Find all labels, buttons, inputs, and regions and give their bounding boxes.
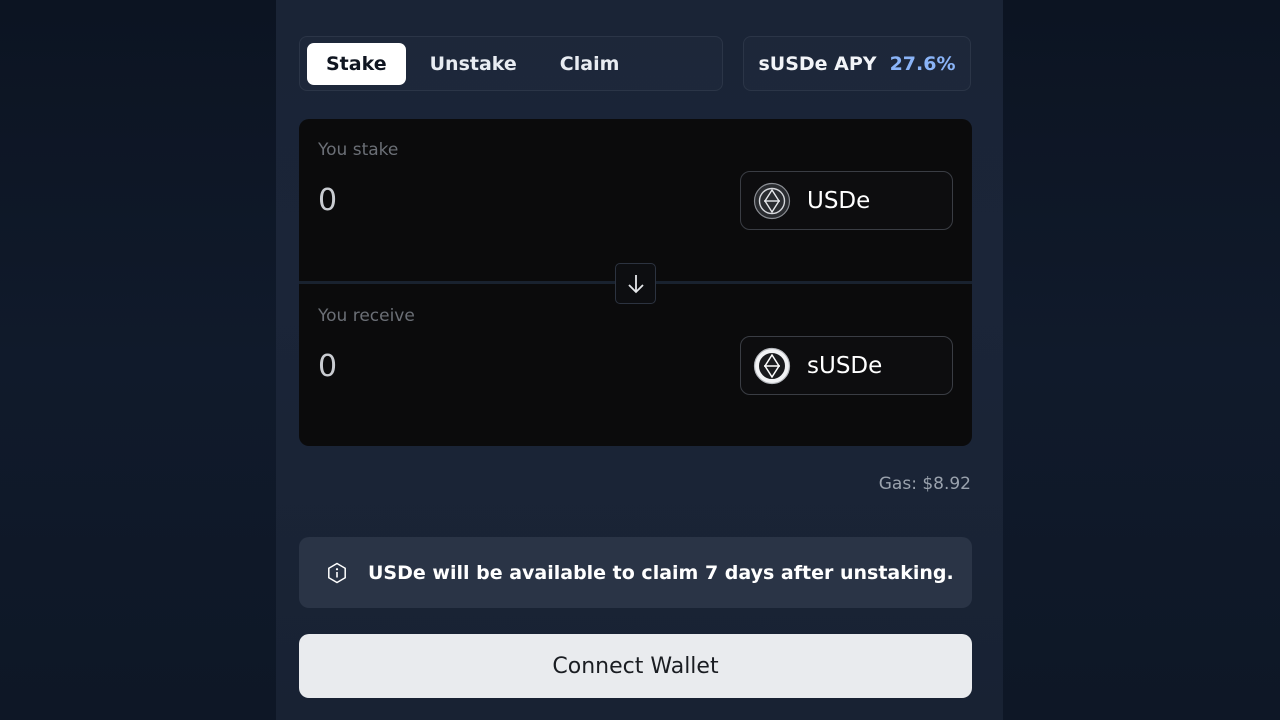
info-icon xyxy=(328,562,346,583)
receive-amount: 0 xyxy=(318,349,338,384)
gas-fee: Gas: $8.92 xyxy=(878,474,971,494)
tab-stake[interactable]: Stake xyxy=(307,42,406,85)
tab-claim[interactable]: Claim xyxy=(541,43,639,85)
swap-card: You stake 0 USDe You receive 0 sUSDe xyxy=(299,119,972,446)
receive-token-selector[interactable]: sUSDe xyxy=(740,336,953,395)
connect-wallet-button[interactable]: Connect Wallet xyxy=(299,634,972,698)
notice-text: USDe will be available to claim 7 days a… xyxy=(368,561,954,584)
receive-token-label: sUSDe xyxy=(807,352,883,379)
usde-token-icon xyxy=(753,182,791,219)
apy-label: sUSDe APY xyxy=(758,52,877,75)
receive-label: You receive xyxy=(318,306,415,326)
stake-label: You stake xyxy=(318,140,399,160)
stake-tabs: Stake Unstake Claim xyxy=(299,36,723,91)
apy-indicator: sUSDe APY 27.6% xyxy=(743,36,971,91)
stake-token-selector[interactable]: USDe xyxy=(740,171,953,230)
apy-value: 27.6% xyxy=(889,52,956,75)
stake-amount-input[interactable]: 0 xyxy=(318,183,337,218)
stake-token-label: USDe xyxy=(807,187,871,214)
arrow-down-icon xyxy=(627,274,644,293)
tab-unstake[interactable]: Unstake xyxy=(411,43,536,85)
swap-direction-button[interactable] xyxy=(615,263,656,304)
susde-token-icon xyxy=(753,347,791,384)
unstake-notice: USDe will be available to claim 7 days a… xyxy=(299,537,972,608)
